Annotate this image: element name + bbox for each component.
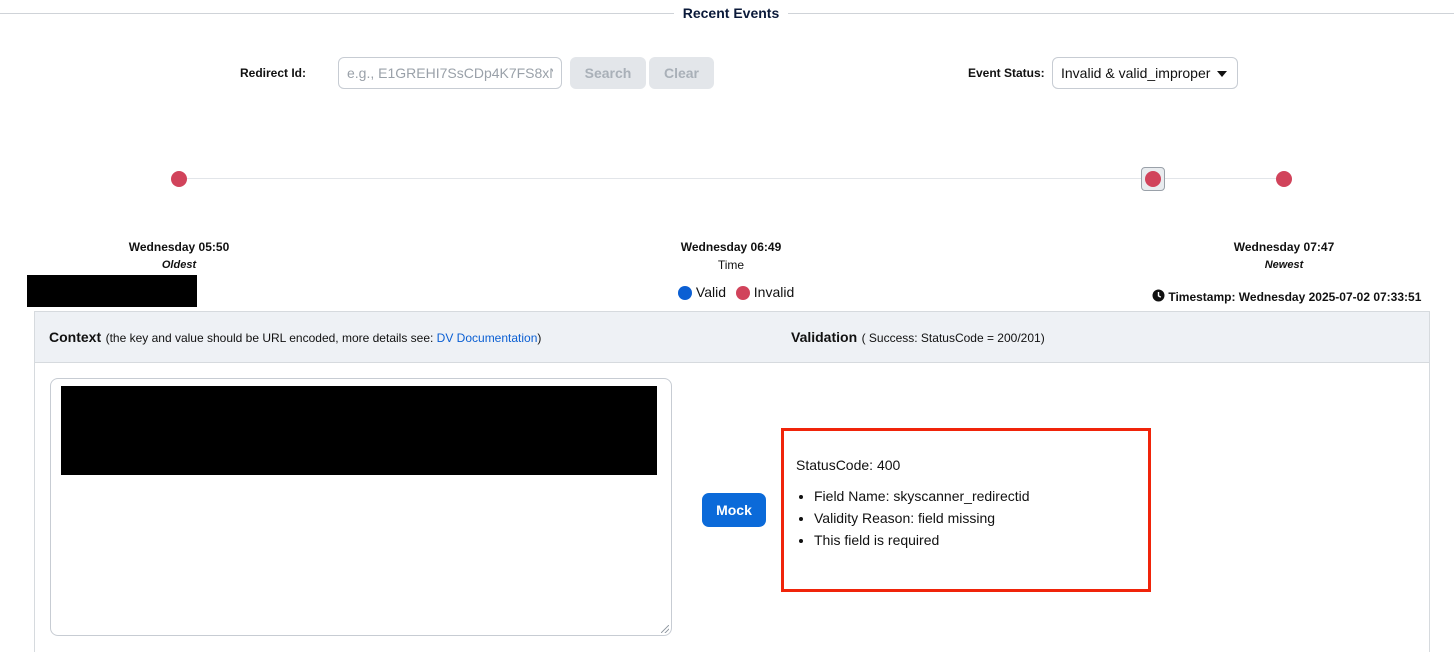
redacted-block <box>27 275 197 307</box>
timeline-middle-caption: Time <box>717 258 745 272</box>
timeline-newest-date: Wednesday 07:47 <box>1233 240 1335 254</box>
timeline-newest-caption: Newest <box>1264 259 1304 271</box>
validation-title: Validation <box>791 329 858 345</box>
timeline-middle-date: Wednesday 06:49 <box>680 240 782 254</box>
timeline-event-dot <box>1145 171 1161 187</box>
search-button[interactable]: Search <box>570 57 646 89</box>
timeline-oldest-caption: Oldest <box>161 259 197 271</box>
validation-errors-list: Field Name: skyscanner_redirectid Validi… <box>796 485 1148 551</box>
context-note-suffix: ) <box>537 331 542 345</box>
clock-icon <box>1152 289 1165 302</box>
valid-legend-label: Valid <box>695 284 726 300</box>
event-status-select[interactable]: Invalid & valid_improper <box>1052 57 1238 89</box>
list-item: Validity Reason: field missing <box>814 507 1148 529</box>
timeline-event-dot[interactable] <box>1276 171 1292 187</box>
redirect-id-label: Redirect Id: <box>240 66 307 80</box>
clear-button[interactable]: Clear <box>649 57 714 89</box>
timestamp: Timestamp: Wednesday 2025-07-02 07:33:51 <box>1152 289 1421 304</box>
status-code: StatusCode: 400 <box>796 457 901 473</box>
validation-result: StatusCode: 400 Field Name: skyscanner_r… <box>781 428 1151 592</box>
timeline-event-dot[interactable] <box>171 171 187 187</box>
redirect-id-input[interactable] <box>338 57 562 89</box>
context-note-prefix: (the key and value should be URL encoded… <box>105 331 437 345</box>
valid-legend-dot <box>678 286 692 301</box>
validation-heading: Validation ( Success: StatusCode = 200/2… <box>791 329 1045 347</box>
event-detail-panel: Context (the key and value should be URL… <box>34 311 1430 652</box>
context-title: Context <box>49 329 102 345</box>
timeline-event-selected[interactable] <box>1141 167 1165 191</box>
caret-down-icon <box>1217 71 1227 77</box>
mock-button[interactable]: Mock <box>702 493 766 527</box>
timeline-track <box>178 178 1284 179</box>
timeline-legend: Valid Invalid <box>678 284 795 301</box>
invalid-legend-dot <box>735 286 750 301</box>
event-status-value: Invalid & valid_improper <box>1061 65 1211 81</box>
list-item: This field is required <box>814 529 1148 551</box>
dv-documentation-link[interactable]: DV Documentation <box>437 331 538 345</box>
timestamp-text: Timestamp: Wednesday 2025-07-02 07:33:51 <box>1168 290 1422 304</box>
context-heading: Context (the key and value should be URL… <box>49 329 541 347</box>
section-title: Recent Events <box>674 5 788 21</box>
redacted-context-content <box>61 386 657 475</box>
invalid-legend-label: Invalid <box>753 284 795 300</box>
timeline-oldest-date: Wednesday 05:50 <box>128 240 230 254</box>
validation-note: ( Success: StatusCode = 200/201) <box>861 331 1045 345</box>
event-status-label: Event Status: <box>968 66 1045 80</box>
list-item: Field Name: skyscanner_redirectid <box>814 485 1148 507</box>
panel-header: Context (the key and value should be URL… <box>35 312 1429 363</box>
context-textarea[interactable] <box>50 378 672 636</box>
resize-handle-icon[interactable] <box>661 625 669 633</box>
